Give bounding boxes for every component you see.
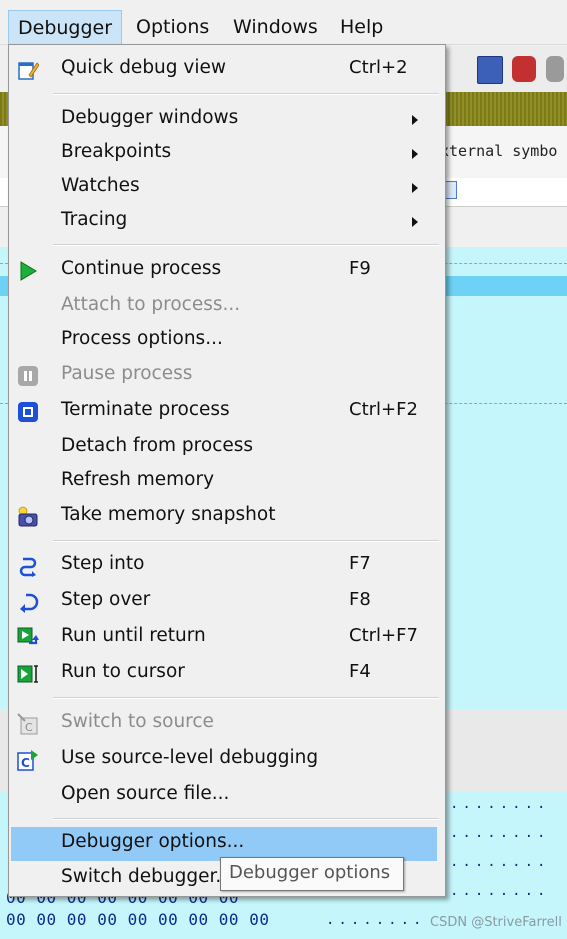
svg-text:C: C (21, 756, 30, 770)
menu-item-label: Step into (61, 553, 145, 574)
pause-icon (18, 366, 38, 386)
ascii-column: ........ (450, 854, 550, 870)
menu-item-quick-debug-view[interactable]: Quick debug view Ctrl+2 (9, 53, 445, 87)
debugger-menu: Quick debug view Ctrl+2 Debugger windows… (8, 44, 446, 897)
menu-item-label: Open source file... (61, 783, 230, 804)
menu-item-terminate-process[interactable]: Terminate process Ctrl+F2 (9, 395, 445, 429)
menu-separator (53, 244, 439, 246)
menu-item-tracing[interactable]: Tracing (9, 205, 445, 239)
menu-item-shortcut: F8 (349, 589, 371, 610)
tooltip-text: Debugger options (229, 862, 391, 883)
ascii-column: ........ (326, 912, 426, 928)
ascii-column: ........ (450, 825, 550, 841)
menu-item-breakpoints[interactable]: Breakpoints (9, 137, 445, 171)
menu-item-refresh-memory[interactable]: Refresh memory (9, 465, 445, 499)
stop-icon (18, 402, 38, 422)
menu-item-run-to-cursor[interactable]: Run to cursor F4 (9, 657, 445, 691)
menu-item-label: Terminate process (61, 399, 230, 420)
menubar-options[interactable]: Options (127, 10, 218, 44)
menubar-help[interactable]: Help (331, 10, 392, 44)
toolbar-breakpoint-icon[interactable] (512, 56, 536, 82)
menu-item-pause-process[interactable]: Pause process (9, 359, 445, 393)
menu-separator (53, 93, 439, 95)
play-icon (20, 261, 37, 281)
menu-item-label: Attach to process... (61, 294, 241, 315)
menu-item-label: Switch debugger... (61, 866, 234, 887)
quick-debug-view-icon (18, 62, 39, 80)
menu-item-label: Breakpoints (61, 141, 172, 162)
menu-item-shortcut: F9 (349, 258, 371, 279)
watermark: CSDN @StriveFarrell (430, 915, 562, 930)
menu-item-debugger-windows[interactable]: Debugger windows (9, 103, 445, 137)
menu-item-shortcut: Ctrl+F2 (349, 399, 418, 420)
menu-item-label: Step over (61, 589, 151, 610)
toolbar-list-icon[interactable] (477, 56, 503, 84)
menu-item-label: Quick debug view (61, 57, 227, 78)
menu-item-watches[interactable]: Watches (9, 171, 445, 205)
menu-item-shortcut: F4 (349, 661, 371, 682)
menu-item-label: Process options... (61, 328, 223, 349)
menu-separator (53, 540, 439, 542)
menu-item-open-source-file[interactable]: Open source file... (9, 779, 445, 813)
menu-item-switch-to-source[interactable]: C Switch to source (9, 707, 445, 741)
menu-item-label: Continue process (61, 258, 222, 279)
toolbar (446, 46, 567, 92)
submenu-arrow-icon (412, 115, 418, 125)
menu-item-use-source-level-debugging[interactable]: C Use source-level debugging (9, 743, 445, 777)
menu-item-label: Switch to source (61, 711, 214, 732)
menu-item-take-memory-snapshot[interactable]: Take memory snapshot (9, 500, 445, 534)
menu-item-run-until-return[interactable]: Run until return Ctrl+F7 (9, 621, 445, 655)
menu-item-label: Run to cursor (61, 661, 185, 682)
switch-source-icon: C (17, 713, 38, 735)
menu-item-label: Take memory snapshot (61, 504, 276, 525)
menu-item-attach-to-process[interactable]: Attach to process... (9, 290, 445, 324)
ascii-column: ........ (450, 796, 550, 812)
menu-item-label: Pause process (61, 363, 193, 384)
submenu-arrow-icon (412, 217, 418, 227)
source-debug-icon: C (17, 750, 38, 771)
menu-item-label: Refresh memory (61, 469, 215, 490)
menu-item-shortcut: Ctrl+2 (349, 57, 408, 78)
submenu-arrow-icon (412, 149, 418, 159)
menu-item-shortcut: Ctrl+F7 (349, 625, 418, 646)
external-symbols-tab[interactable]: xternal symbo (440, 142, 557, 160)
step-into-icon (19, 557, 37, 577)
menu-item-label: Run until return (61, 625, 206, 646)
menu-item-label: Debugger windows (61, 107, 239, 128)
menu-item-debugger-options[interactable]: Debugger options... (11, 827, 437, 861)
menu-item-label: Detach from process (61, 435, 254, 456)
menu-item-step-into[interactable]: Step into F7 (9, 549, 445, 583)
toolbar-debug-icon[interactable] (546, 56, 564, 82)
menu-separator (53, 697, 439, 699)
menu-item-label: Watches (61, 175, 140, 196)
run-to-cursor-icon (17, 665, 38, 683)
menubar-debugger[interactable]: Debugger (8, 10, 123, 45)
menu-item-continue-process[interactable]: Continue process F9 (9, 254, 445, 288)
svg-text:C: C (25, 721, 33, 734)
menu-bar: Debugger Options Windows Help (0, 0, 567, 45)
submenu-arrow-icon (412, 183, 418, 193)
menu-separator (53, 818, 439, 820)
menu-item-label: Tracing (61, 209, 128, 230)
step-over-icon (20, 593, 39, 613)
menu-item-label: Debugger options... (61, 831, 245, 852)
menu-item-label: Use source-level debugging (61, 747, 319, 768)
hex-row: 00 00 00 00 00 00 00 00 00 (6, 910, 270, 929)
run-until-return-icon (17, 627, 39, 645)
camera-icon (18, 506, 38, 527)
ascii-column: ........ (450, 883, 550, 899)
menu-item-detach-from-process[interactable]: Detach from process (9, 431, 445, 465)
menu-item-shortcut: F7 (349, 553, 371, 574)
tooltip: Debugger options (220, 857, 404, 891)
menubar-windows[interactable]: Windows (224, 10, 327, 44)
menu-item-process-options[interactable]: Process options... (9, 324, 445, 358)
menu-item-step-over[interactable]: Step over F8 (9, 585, 445, 619)
